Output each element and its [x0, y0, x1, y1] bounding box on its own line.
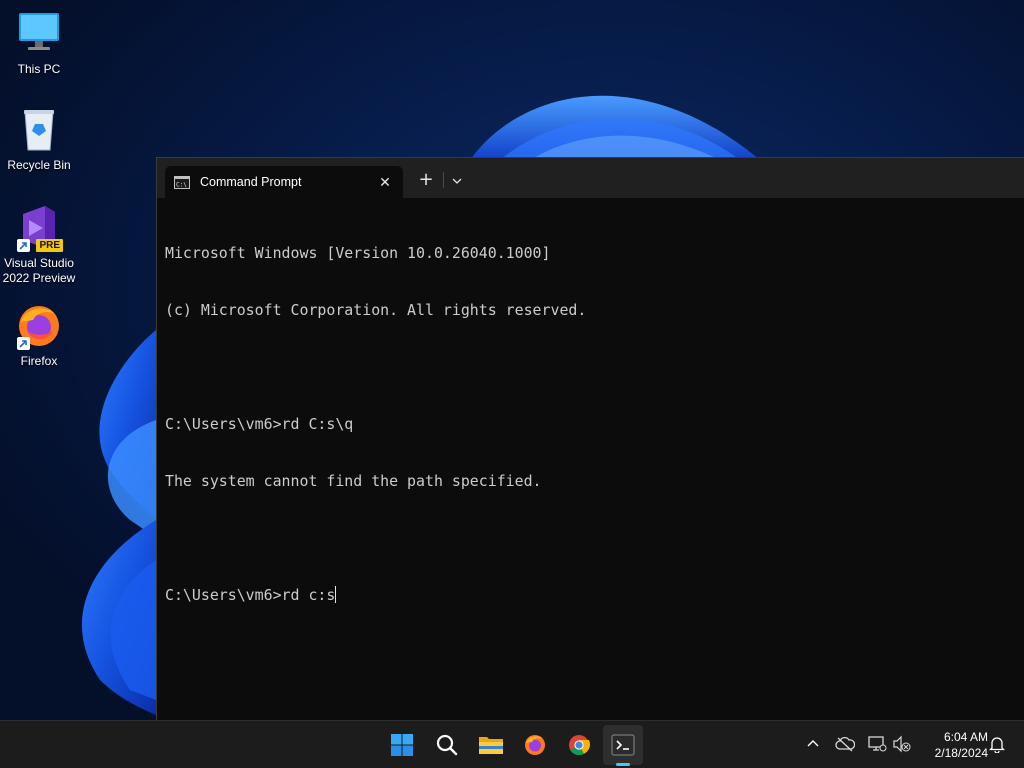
tab-dropdown-button[interactable] [446, 170, 468, 192]
visual-studio-icon: PRE [15, 204, 63, 252]
recycle-bin-icon [15, 106, 63, 154]
windows-logo-icon [391, 734, 413, 756]
search-button[interactable] [427, 725, 467, 765]
show-hidden-icons-button[interactable] [802, 733, 824, 755]
active-app-indicator [616, 763, 630, 766]
chrome-taskbar-button[interactable] [559, 725, 599, 765]
clock-date: 2/18/2024 [934, 746, 988, 760]
desktop-icon-visual-studio[interactable]: PRE Visual Studio 2022 Preview [0, 204, 78, 286]
onedrive-status-button[interactable] [834, 733, 856, 755]
terminal-tab-bar: C:\ Command Prompt ✕ + [157, 158, 1024, 198]
tab-divider [443, 172, 444, 188]
desktop-icon-recycle-bin[interactable]: Recycle Bin [0, 106, 78, 173]
console-line: Microsoft Windows [Version 10.0.26040.10… [165, 244, 551, 262]
notification-bell-icon [989, 737, 1005, 753]
text-cursor [335, 586, 337, 603]
svg-text:C:\: C:\ [176, 181, 187, 188]
taskbar: 6:04 AM 2/18/2024 [0, 720, 1024, 768]
desktop-icon-label: This PC [17, 62, 61, 76]
clock-time: 6:04 AM [943, 730, 988, 744]
firefox-icon [15, 302, 63, 350]
console-output[interactable]: Microsoft Windows [Version 10.0.26040.10… [165, 206, 1024, 720]
console-line: C:\Users\vm6>rd C:s\q [165, 415, 354, 433]
tab-title: Command Prompt [200, 175, 302, 189]
chrome-icon [569, 735, 590, 756]
firefox-taskbar-button[interactable] [515, 725, 555, 765]
shortcut-arrow-icon [17, 239, 30, 252]
network-button[interactable] [866, 733, 888, 755]
console-prompt-input[interactable]: C:\Users\vm6>rd c:s [165, 586, 335, 604]
command-prompt-icon: C:\ [174, 175, 190, 189]
close-icon[interactable]: ✕ [375, 172, 395, 192]
console-line: The system cannot find the path specifie… [165, 472, 542, 490]
notifications-button[interactable] [986, 733, 1008, 755]
taskbar-clock[interactable]: 6:04 AM 2/18/2024 [918, 729, 988, 761]
terminal-taskbar-button[interactable] [603, 725, 643, 765]
file-explorer-button[interactable] [471, 725, 511, 765]
desktop-icon-firefox[interactable]: Firefox [0, 302, 78, 369]
console-line: (c) Microsoft Corporation. All rights re… [165, 301, 587, 319]
terminal-icon [611, 734, 635, 756]
volume-button[interactable] [891, 733, 913, 755]
terminal-window[interactable]: C:\ Command Prompt ✕ + Microsoft Windows… [156, 157, 1024, 720]
monitor-icon [15, 10, 63, 58]
network-icon [868, 736, 887, 752]
tab-command-prompt[interactable]: C:\ Command Prompt ✕ [165, 166, 403, 198]
desktop-icon-label: Firefox [20, 354, 58, 368]
search-icon [436, 734, 458, 756]
chevron-down-icon [452, 178, 462, 184]
shortcut-arrow-icon [17, 337, 30, 350]
folder-icon [479, 737, 503, 754]
new-tab-button[interactable]: + [415, 169, 437, 191]
cloud-offline-icon [835, 736, 855, 752]
desktop-icon-label: Visual Studio 2022 Preview [2, 256, 76, 285]
chevron-up-icon [807, 740, 819, 747]
start-button[interactable] [382, 725, 422, 765]
preview-badge: PRE [36, 239, 63, 252]
desktop-icon-label: Recycle Bin [7, 158, 71, 172]
console-input-line[interactable]: C:\Users\vm6>rd c:s [165, 586, 1024, 605]
firefox-icon [525, 735, 545, 755]
volume-muted-icon [893, 735, 911, 753]
desktop-icon-this-pc[interactable]: This PC [0, 10, 78, 77]
